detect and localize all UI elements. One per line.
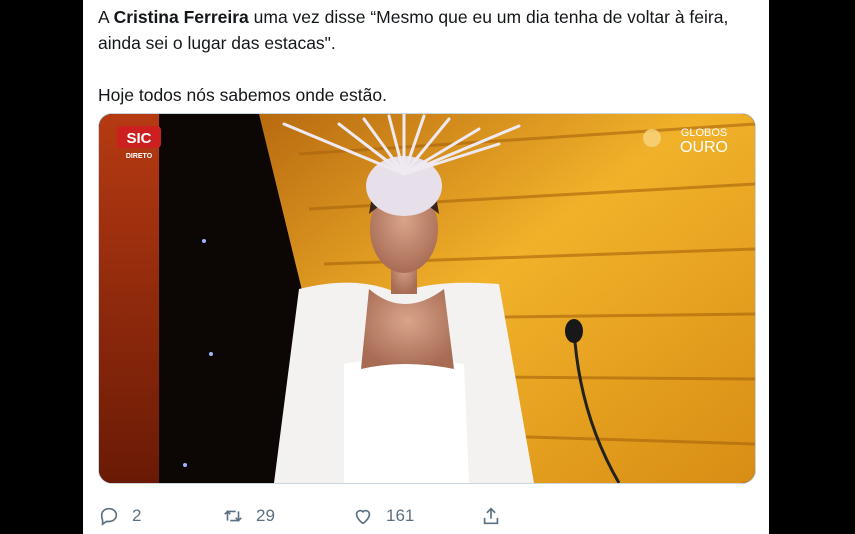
heart-icon [355,509,371,525]
tweet-text-prefix: A [98,7,114,27]
svg-text:GLOBOS: GLOBOS [681,127,727,139]
share-icon [483,507,499,525]
tv-still-image: SIC DIRETO GLOBOS OURO [99,114,755,483]
tweet-text-line2: Hoje todos nós sabemos onde estão. [98,85,387,105]
like-count: 161 [386,506,415,525]
retweet-button[interactable]: 29 [222,500,275,532]
retweet-icon [224,510,242,522]
tweet-text: A Cristina Ferreira uma vez disse “Mesmo… [98,4,758,108]
retweet-count: 29 [256,506,275,525]
mentioned-name[interactable]: Cristina Ferreira [114,7,249,27]
svg-text:OURO: OURO [680,139,728,156]
tweet-actions-bar: 2 29 161 [98,500,618,532]
reply-count: 2 [132,506,142,525]
tweet-media-image[interactable]: SIC DIRETO GLOBOS OURO [98,113,756,484]
svg-text:DIRETO: DIRETO [126,153,153,160]
share-button[interactable] [480,500,502,532]
reply-icon [100,507,118,526]
like-button[interactable]: 161 [352,500,414,532]
reply-button[interactable]: 2 [98,500,141,532]
tweet-card: A Cristina Ferreira uma vez disse “Mesmo… [83,0,769,534]
svg-text:SIC: SIC [126,130,151,147]
tweet-text-line1: A Cristina Ferreira uma vez disse “Mesmo… [98,4,758,56]
